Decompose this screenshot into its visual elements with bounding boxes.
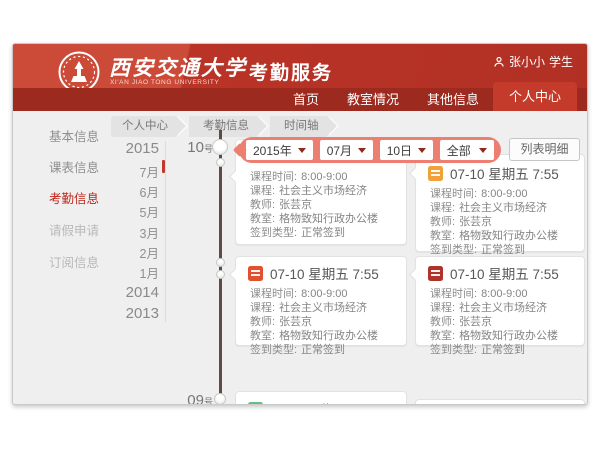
breadcrumb-personal-center[interactable]: 个人中心 — [111, 116, 176, 137]
nav-item-home[interactable]: 首页 — [293, 88, 319, 111]
timeline-node-medium — [214, 393, 226, 405]
timeline-year-2015[interactable]: 2015 — [13, 140, 159, 157]
calendar-stamp-icon — [428, 266, 443, 281]
calendar-stamp-icon — [428, 166, 443, 181]
nav-menu: 首页 教室情况 其他信息 — [293, 88, 479, 111]
day-dropdown[interactable]: 10日 — [380, 140, 433, 160]
card-date-title: 07-10 星期五 7:55 — [450, 163, 559, 183]
app-window: 西安交通大学 XI'AN JIAO TONG UNIVERSITY 考勤服务 张… — [12, 43, 588, 405]
user-name: 张小小 — [509, 53, 545, 70]
timeline-month-feb[interactable]: 2月 — [13, 243, 159, 262]
month-dropdown[interactable]: 07月 — [320, 140, 373, 160]
nav-item-personal-center-active[interactable]: 个人中心 — [493, 82, 577, 111]
card-date-title: 07-09 星期四 7:55 — [270, 399, 379, 405]
timeline-node-small — [216, 270, 225, 279]
calendar-stamp-icon — [248, 402, 263, 406]
app-header: 西安交通大学 XI'AN JIAO TONG UNIVERSITY 考勤服务 张… — [13, 44, 587, 111]
nav-item-classroom[interactable]: 教室情况 — [347, 88, 399, 111]
attendance-card: 07-09 星期四 7:55 — [235, 391, 407, 405]
timeline-month-may[interactable]: 5月 — [13, 202, 159, 221]
type-dropdown[interactable]: 全部 — [440, 140, 494, 160]
current-month-marker — [162, 160, 165, 173]
chevron-down-icon — [479, 148, 487, 153]
breadcrumb-attendance-info[interactable]: 考勤信息 — [189, 116, 257, 137]
timeline-node-small — [216, 258, 225, 267]
timeline-axis-separator — [165, 141, 166, 322]
filter-bar: 2015年 07月 10日 全部 — [239, 137, 501, 163]
day-marker-10: 10号 — [153, 139, 213, 157]
chevron-down-icon — [418, 148, 426, 153]
app-title: 考勤服务 — [249, 58, 333, 85]
card-date-title: 07-10 星期五 7:55 — [270, 263, 379, 283]
timeline-node-large — [212, 139, 228, 155]
day-marker-09: 09号 — [153, 392, 213, 405]
timeline-month-jul[interactable]: 7月 — [13, 162, 159, 181]
breadcrumb-timeline[interactable]: 时间轴 — [270, 116, 327, 137]
card-date-title: 07-10 星期五 7:55 — [450, 263, 559, 283]
user-icon — [493, 56, 505, 68]
nav-item-other[interactable]: 其他信息 — [427, 88, 479, 111]
university-name-en: XI'AN JIAO TONG UNIVERSITY — [110, 79, 219, 86]
timeline-month-jan[interactable]: 1月 — [13, 263, 159, 282]
page: 西安交通大学 XI'AN JIAO TONG UNIVERSITY 考勤服务 张… — [0, 0, 600, 450]
timeline-year-2013[interactable]: 2013 — [13, 305, 159, 322]
year-dropdown[interactable]: 2015年 — [246, 140, 313, 160]
attendance-card: 07-10 星期五 7:55 课程时间:8:00-9:00 课程:社会主义市场经… — [415, 154, 585, 252]
timeline-year-2014[interactable]: 2014 — [13, 284, 159, 301]
breadcrumb: 个人中心 考勤信息 时间轴 — [111, 116, 340, 137]
chevron-down-icon — [298, 148, 306, 153]
timeline-node-small — [216, 158, 225, 167]
chevron-down-icon — [358, 148, 366, 153]
timeline-month-jun[interactable]: 6月 — [13, 182, 159, 201]
attendance-card — [415, 399, 585, 405]
timeline-month-mar[interactable]: 3月 — [13, 223, 159, 242]
university-name-cn: 西安交通大学 — [109, 52, 247, 82]
attendance-card: 07-10 星期五 7:55 课程时间:8:00-9:00 课程:社会主义市场经… — [235, 256, 407, 346]
attendance-card: 07-10 星期五 7:55 课程时间:8:00-9:00 课程:社会主义市场经… — [415, 256, 585, 346]
list-detail-button[interactable]: 列表明细 — [509, 138, 580, 161]
user-account[interactable]: 张小小 学生 — [493, 53, 573, 70]
user-role: 学生 — [549, 53, 573, 70]
timeline-line — [219, 130, 222, 405]
calendar-stamp-icon — [248, 266, 263, 281]
